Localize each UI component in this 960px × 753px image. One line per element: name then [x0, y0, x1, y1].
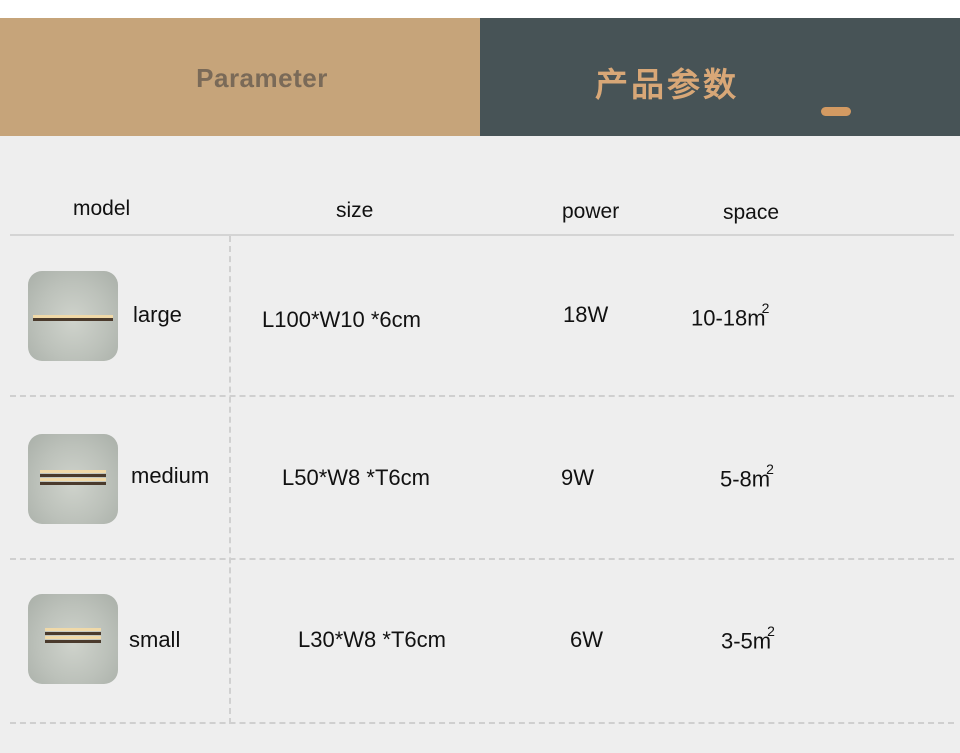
parameter-banner: Parameter 产品参数	[0, 18, 960, 136]
size-value: L50*W8 *T6cm	[282, 465, 430, 490]
wall-lamp-icon	[40, 470, 106, 486]
header-size: size	[336, 199, 374, 222]
space-unit-exponent: 2	[761, 300, 770, 316]
size-value: L100*W10 *6cm	[262, 307, 421, 332]
space-unit-exponent: 2	[767, 623, 775, 639]
row-divider	[10, 722, 954, 724]
size-value: L30*W8 *T6cm	[298, 627, 446, 652]
space-unit-exponent: 2	[766, 461, 774, 477]
banner-title-english: Parameter	[196, 62, 328, 93]
row-divider	[10, 395, 954, 397]
column-divider	[229, 236, 231, 724]
lamp-thumbnail-medium	[28, 434, 118, 524]
header-space: space	[723, 201, 780, 224]
header-power: power	[562, 200, 620, 223]
banner-title-chinese: 产品参数	[595, 65, 739, 104]
model-label: large	[133, 302, 182, 327]
header-divider	[10, 234, 954, 236]
lamp-thumbnail-large	[28, 271, 118, 361]
wall-lamp-icon	[33, 315, 113, 323]
space-value: 10-18m2	[691, 300, 770, 331]
space-value: 5-8m2	[720, 461, 774, 492]
model-label: medium	[131, 463, 210, 488]
lamp-thumbnail-small	[28, 594, 118, 684]
space-value: 3-5m2	[721, 623, 775, 654]
header-model: model	[73, 197, 131, 220]
power-value: 6W	[570, 627, 603, 652]
model-label: small	[129, 627, 181, 652]
wall-lamp-icon	[45, 628, 101, 644]
banner-chinese-section: 产品参数	[480, 18, 960, 136]
parameter-table-panel	[0, 136, 960, 753]
row-divider	[10, 558, 954, 560]
banner-english-section: Parameter	[0, 18, 480, 136]
power-value: 9W	[561, 465, 594, 490]
power-value: 18W	[563, 302, 609, 327]
banner-accent-dash	[821, 107, 851, 116]
